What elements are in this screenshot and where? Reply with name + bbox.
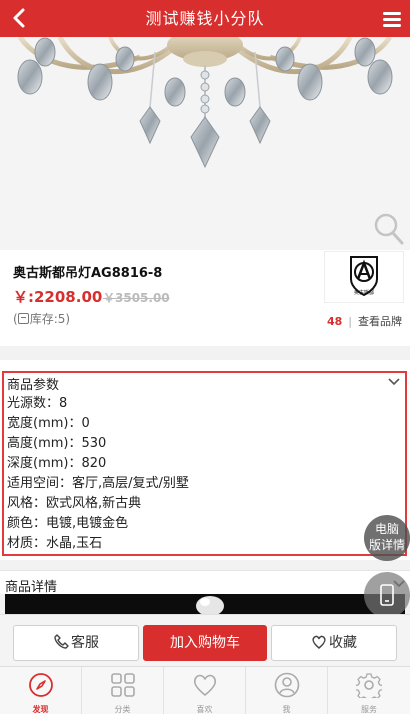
product-image[interactable]	[0, 37, 410, 250]
add-to-cart-button[interactable]: 加入购物车	[143, 625, 267, 661]
original-price: ￥3505.00	[103, 291, 170, 305]
product-info: 奥古斯都吊灯AG8816-8 ￥:2208.00 ￥3505.00 ( 库存:5)…	[0, 250, 410, 346]
page-title: 测试赚钱小分队	[145, 9, 265, 28]
stock-prefix: (	[13, 312, 18, 326]
bottom-tab-bar: 发现 分类 喜欢 我 服务	[0, 666, 410, 714]
pc-detail-line2: 版详情	[368, 538, 405, 552]
action-bar: 客服 加入购物车 收藏	[0, 614, 410, 666]
stock-info: ( 库存:5)	[13, 310, 70, 327]
top-bar: 测试赚钱小分队	[0, 0, 410, 37]
product-price: ￥:2208.00	[13, 288, 103, 306]
brand-row: 48 | 查看品牌	[327, 313, 402, 329]
zoom-icon[interactable]	[374, 213, 404, 245]
tab-label: 我	[282, 705, 291, 714]
params-section: 商品参数 光源数：8 宽度(mm)：0 高度(mm)：530 深度(mm)：82…	[0, 360, 410, 560]
brand-product-count: 48	[326, 315, 343, 328]
tab-label: 喜欢	[196, 705, 213, 714]
user-icon	[274, 672, 300, 698]
tab-label: 服务	[361, 705, 377, 714]
service-label: 客服	[71, 635, 99, 651]
customer-service-button[interactable]: 客服	[13, 625, 139, 661]
params-panel: 商品参数 光源数：8 宽度(mm)：0 高度(mm)：530 深度(mm)：82…	[2, 371, 407, 556]
add-to-cart-label: 加入购物车	[170, 635, 240, 651]
chandelier-image	[17, 37, 393, 169]
tab-category[interactable]: 分类	[82, 667, 164, 714]
pc-detail-line1: 电脑	[374, 522, 399, 536]
param-list: 光源数：8 宽度(mm)：0 高度(mm)：530 深度(mm)：820 适用空…	[7, 394, 189, 554]
tab-like[interactable]: 喜欢	[164, 667, 246, 714]
param-space: 适用空间：客厅,高层/复式/别墅	[7, 476, 189, 491]
tab-service[interactable]: 服务	[328, 667, 410, 714]
detail-title: 商品详情	[5, 580, 58, 595]
params-title: 商品参数	[7, 378, 60, 393]
phone-handset-icon	[54, 634, 69, 649]
param-style: 风格：欧式风格,新古典	[7, 496, 142, 511]
favorite-label: 收藏	[329, 635, 357, 651]
menu-icon[interactable]	[380, 7, 404, 31]
grid-icon	[111, 673, 135, 697]
detail-image	[5, 594, 405, 614]
brand-logo[interactable]: 奥古斯都	[324, 251, 404, 303]
brand-logo-text: 奥古斯都	[353, 290, 374, 296]
phone-icon	[380, 584, 394, 606]
pc-detail-button[interactable]: 电脑 版详情	[364, 515, 410, 561]
detail-header[interactable]: 商品详情	[0, 570, 410, 595]
page: 测试赚钱小分队 奥古斯都吊灯AG8816-8 ￥:2208.00 ￥3505.0…	[0, 0, 410, 714]
product-name: 奥古斯都吊灯AG8816-8	[13, 266, 163, 281]
separator: |	[348, 315, 352, 328]
view-brand-link[interactable]: 查看品牌	[358, 315, 402, 328]
heart-outline-icon	[312, 635, 326, 649]
scroll-top-button[interactable]	[364, 572, 410, 618]
param-color: 颜色：电镀,电镀金色	[7, 516, 129, 531]
param-material: 材质：水晶,玉石	[7, 536, 103, 551]
tab-label: 分类	[114, 705, 131, 714]
detail-image-preview	[196, 596, 224, 614]
tab-discover[interactable]: 发现	[0, 667, 82, 714]
tab-me[interactable]: 我	[246, 667, 328, 714]
param-width: 宽度(mm)：0	[7, 416, 90, 431]
favorite-button[interactable]: 收藏	[271, 625, 397, 661]
param-height: 高度(mm)：530	[7, 436, 107, 451]
param-depth: 深度(mm)：820	[7, 456, 107, 471]
chevron-down-icon[interactable]	[388, 377, 400, 387]
tab-label: 发现	[32, 705, 49, 714]
heart-icon	[193, 674, 217, 696]
box-icon	[17, 313, 29, 324]
param-light-count: 光源数：8	[7, 396, 68, 411]
compass-icon	[29, 673, 53, 697]
gear-icon	[356, 673, 382, 698]
stock-label: 库存:5)	[29, 312, 71, 326]
